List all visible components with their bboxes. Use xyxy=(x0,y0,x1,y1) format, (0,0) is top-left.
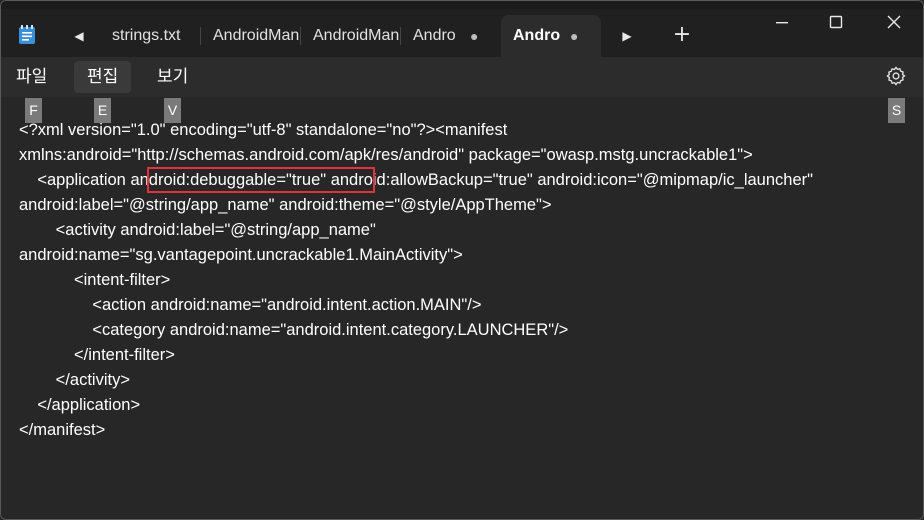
unsaved-dot-icon: ● xyxy=(570,28,579,44)
editor-line: <activity android:label="@string/app_nam… xyxy=(19,221,376,239)
keytip-settings: S xyxy=(888,98,905,123)
keytip-edit: E xyxy=(94,98,111,123)
menu-file[interactable]: 파일 xyxy=(3,61,60,93)
keytip-view: V xyxy=(164,98,181,123)
editor-line: </manifest> xyxy=(19,421,106,439)
tab-androidmanifest-3[interactable]: Andro ● xyxy=(401,15,497,57)
menu-edit[interactable]: 편집 xyxy=(74,61,132,93)
chevron-left-icon[interactable]: ◀ xyxy=(69,26,89,46)
notepad-window: ◀ strings.txt AndroidMan AndroidMan Andr… xyxy=(0,0,924,520)
text-editor[interactable]: <?xml version="1.0" encoding="utf-8" sta… xyxy=(1,97,923,519)
editor-line: android:name="sg.vantagepoint.uncrackabl… xyxy=(19,246,463,264)
debuggable-highlight-box xyxy=(147,167,375,193)
unsaved-dot-icon: ● xyxy=(470,28,479,44)
title-bar: ◀ strings.txt AndroidMan AndroidMan Andr… xyxy=(1,1,923,57)
tab-strings-txt[interactable]: strings.txt xyxy=(99,15,201,57)
gear-icon[interactable] xyxy=(885,65,907,87)
menu-bar: 파일 편집 보기 xyxy=(1,57,923,97)
keytip-file: F xyxy=(25,98,42,123)
editor-line: <intent-filter> xyxy=(19,271,171,289)
editor-line: </activity> xyxy=(19,371,130,389)
editor-line: xmlns:android="http://schemas.android.co… xyxy=(19,146,753,164)
tab-androidmanifest-active[interactable]: Andro ● xyxy=(501,15,601,57)
menu-view[interactable]: 보기 xyxy=(144,61,201,93)
editor-line: <action android:name="android.intent.act… xyxy=(19,296,482,314)
close-icon[interactable] xyxy=(871,9,917,37)
editor-line: </intent-filter> xyxy=(19,346,175,364)
new-tab-button[interactable]: + xyxy=(671,23,693,47)
editor-line: <?xml version="1.0" encoding="utf-8" sta… xyxy=(19,121,508,139)
editor-line: <category android:name="android.intent.c… xyxy=(19,321,569,339)
tab-label: AndroidMan xyxy=(213,27,300,44)
chevron-right-icon[interactable]: ▶ xyxy=(617,26,637,46)
tab-label: strings.txt xyxy=(112,27,181,44)
editor-line: android:label="@string/app_name" android… xyxy=(19,196,552,214)
tab-androidmanifest-1[interactable]: AndroidMan xyxy=(201,15,301,57)
editor-line: <application android:debuggable="true" a… xyxy=(19,171,813,189)
minimize-icon[interactable] xyxy=(759,9,805,37)
tab-label: Andro xyxy=(413,27,456,44)
title-strip xyxy=(1,1,923,9)
tab-androidmanifest-2[interactable]: AndroidMan xyxy=(301,15,401,57)
tab-label: AndroidMan xyxy=(313,27,400,44)
notepad-icon xyxy=(19,25,35,44)
maximize-icon[interactable] xyxy=(813,9,859,37)
tab-label: Andro xyxy=(513,27,561,44)
editor-line: </application> xyxy=(19,396,141,414)
